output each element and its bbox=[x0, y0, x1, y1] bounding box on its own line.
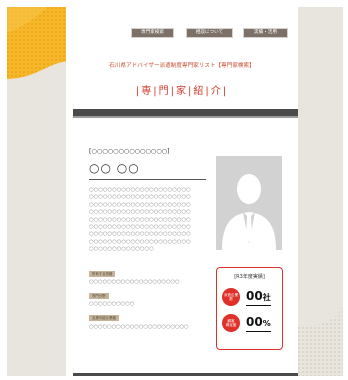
stat-number-satisfaction: 00 bbox=[246, 315, 263, 329]
site-title: 石川県アドバイザー派遣制度専門家リスト【専門家検索】 bbox=[109, 63, 255, 69]
stat-value-companies: 00社 bbox=[246, 290, 271, 306]
expert-photo bbox=[216, 156, 282, 250]
stat-value-satisfaction: 00% bbox=[246, 316, 271, 332]
stat-number-companies: 00 bbox=[246, 289, 263, 303]
stat-badge-companies: 派遣企業 数 bbox=[222, 288, 240, 306]
bio-line: ○○○○○○○○○○○○○○○○○○○○○○ bbox=[89, 238, 191, 245]
top-nav: 専門家検索 相談について 実績・活用 bbox=[66, 28, 298, 38]
bio-line: ○○○○○○○○○○○○○○○○○○○○○○ bbox=[89, 209, 191, 216]
bio-text: ○○○○○○○○○○○○○○○○○○○○○○ ○○○○○○○○○○○○○○○○○… bbox=[89, 187, 205, 254]
stat-unit-satisfaction: % bbox=[262, 319, 271, 328]
bio-line: ○○○○○○○○○○○○○○○○○○○○○○ bbox=[89, 216, 191, 223]
nav-button-expert-search[interactable]: 専門家検索 bbox=[131, 28, 174, 38]
stat-badge-satisfaction: 顧客 満足度 bbox=[222, 314, 240, 332]
value-qualifications: ○○○○○○○○○○○○○○○○○○○○ bbox=[89, 279, 180, 285]
stat-label-companies-line1: 派遣企業 bbox=[223, 292, 239, 297]
results-title: [R3年度実績] bbox=[234, 274, 265, 280]
page-frame: 専門家検索 相談について 実績・活用 石川県アドバイザー派遣制度専門家リスト【専… bbox=[7, 7, 343, 376]
page-heading: |専|門|家|紹|介| bbox=[135, 86, 229, 97]
section-divider-bottom bbox=[73, 373, 298, 376]
stat-label-satisfaction-line2: 満足度 bbox=[225, 323, 237, 328]
bio-line: ○○○○○○○○○○○○○○ bbox=[89, 246, 154, 253]
label-specialty: 専門分野 bbox=[89, 293, 109, 299]
expert-name: ○○ ○○ bbox=[89, 161, 140, 175]
name-underline bbox=[89, 179, 206, 180]
value-supported-industries: ○○○○○○○○○○○○○○○○○○○○○○ bbox=[89, 324, 189, 330]
bio-line: ○○○○○○○○○○○○○○○○○○○○○○ bbox=[89, 194, 191, 201]
bio-line: ○○○○○○○○○○○○○○○○○○○○○○ bbox=[89, 187, 191, 193]
label-supported-industries: 支援可能な業種 bbox=[89, 315, 119, 321]
stat-unit-companies: 社 bbox=[262, 293, 271, 302]
bio-line: ○○○○○○○○○○○○○○○○○○○○○○ bbox=[89, 231, 191, 238]
profile-page: 専門家検索 相談について 実績・活用 石川県アドバイザー派遣制度専門家リスト【専… bbox=[66, 7, 298, 376]
stat-label-satisfaction-line1: 顧客 bbox=[227, 318, 235, 323]
section-divider-top bbox=[73, 109, 298, 118]
bio-line: ○○○○○○○○○○○○○○○○○○○○○○ bbox=[89, 224, 191, 231]
stat-label-companies-line2: 数 bbox=[229, 297, 233, 302]
results-box: [R3年度実績] 派遣企業 数 00社 顧客 満足度 00% bbox=[216, 267, 283, 350]
bio-line: ○○○○○○○○○○○○○○○○○○○○○○ bbox=[89, 201, 191, 208]
person-silhouette-icon bbox=[222, 174, 276, 250]
nav-button-results[interactable]: 実績・活用 bbox=[243, 28, 288, 38]
label-qualifications: 所有する資格 bbox=[89, 271, 116, 277]
value-specialty: ○○○○○○○○○○ bbox=[89, 301, 135, 307]
organization-name: [○○○○○○○○○○○○○○] bbox=[89, 148, 170, 155]
nav-button-about[interactable]: 相談について bbox=[186, 28, 233, 38]
